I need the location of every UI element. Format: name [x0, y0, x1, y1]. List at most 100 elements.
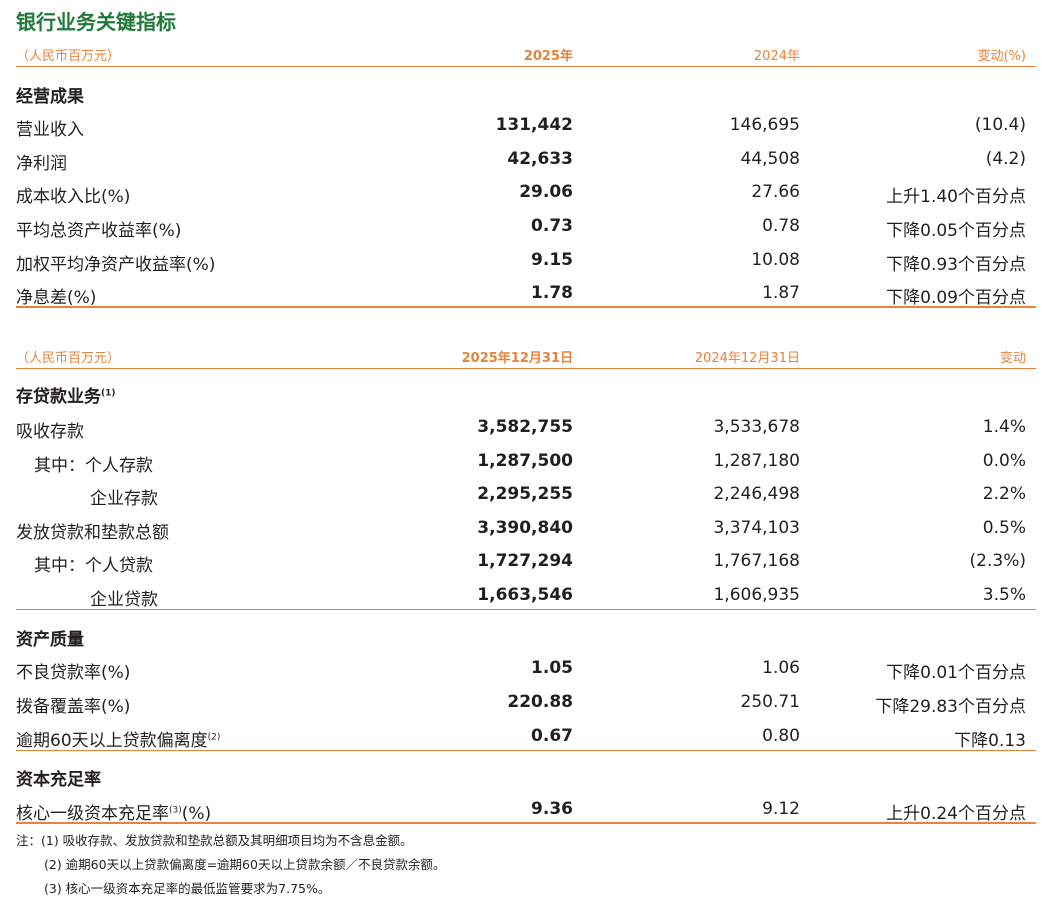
divider	[16, 609, 1036, 610]
value-change: (10.4)	[974, 115, 1026, 135]
row-label: 发放贷款和垫款总额	[16, 523, 169, 543]
table-row: 其中：个人贷款 1,727,294 1,767,168 (2.3%)	[16, 547, 1028, 577]
value-current: 0.73	[531, 216, 573, 236]
table-row: 吸收存款 3,582,755 3,533,678 1.4%	[16, 413, 1028, 443]
value-prior: 1,767,168	[713, 551, 800, 571]
section-title: 存贷款业务(1)	[16, 382, 116, 407]
col-2025-12-31: 2025年12月31日	[461, 351, 573, 366]
divider	[16, 368, 1036, 369]
value-prior: 250.71	[740, 692, 800, 712]
table-row: 营业收入 131,442 146,695 (10.4)	[16, 111, 1028, 141]
table1-header: （人民币百万元） 2025年 2024年 变动(%)	[16, 42, 1028, 64]
row-label: 净利润	[16, 154, 67, 174]
footnote-ref: (2)	[207, 732, 221, 743]
value-current: 29.06	[519, 182, 573, 202]
value-change: 下降0.13	[954, 731, 1026, 751]
value-current: 220.88	[507, 692, 573, 712]
row-label: 净息差(%)	[16, 288, 97, 308]
section-title: 资本充足率	[16, 770, 101, 790]
value-change: 上升1.40个百分点	[886, 187, 1026, 207]
row-label: 其中：个人存款	[34, 456, 153, 476]
table-row: 企业贷款 1,663,546 1,606,935 3.5%	[16, 581, 1028, 611]
row-label: 平均总资产收益率(%)	[16, 221, 182, 241]
table-row: 核心一级资本充足率(3)(%) 9.36 9.12 上升0.24个百分点	[16, 795, 1028, 825]
value-current: 9.15	[531, 250, 573, 270]
value-change: 3.5%	[982, 585, 1026, 605]
value-current: 131,442	[495, 115, 573, 135]
value-prior: 1,287,180	[713, 451, 800, 471]
value-prior: 27.66	[751, 182, 800, 202]
value-prior: 44,508	[740, 149, 800, 169]
value-change: 下降0.05个百分点	[886, 221, 1026, 241]
row-label-text: 逾期60天以上贷款偏离度	[16, 731, 208, 751]
value-prior: 146,695	[729, 115, 800, 135]
value-current: 3,390,840	[477, 518, 573, 538]
row-label: 核心一级资本充足率(3)(%)	[16, 799, 211, 824]
value-change: 下降29.83个百分点	[875, 697, 1026, 717]
row-label: 逾期60天以上贷款偏离度(2)	[16, 726, 220, 751]
section-title: 经营成果	[16, 87, 84, 107]
table-row: 其中：个人存款 1,287,500 1,287,180 0.0%	[16, 447, 1028, 477]
value-change: (2.3%)	[969, 551, 1026, 571]
col-2024: 2024年	[753, 49, 800, 64]
value-current: 1.78	[531, 283, 573, 303]
value-prior: 1,606,935	[713, 585, 800, 605]
row-label: 企业贷款	[90, 590, 158, 610]
value-current: 3,582,755	[477, 417, 573, 437]
value-change: 2.2%	[982, 484, 1026, 504]
row-label: 营业收入	[16, 120, 84, 140]
row-label: 成本收入比(%)	[16, 187, 131, 207]
value-change: 下降0.09个百分点	[886, 288, 1026, 308]
value-prior: 1.06	[762, 658, 800, 678]
divider	[16, 822, 1036, 824]
value-current: 1,727,294	[477, 551, 573, 571]
table-row: 不良贷款率(%) 1.05 1.06 下降0.01个百分点	[16, 654, 1028, 684]
footnote-3: (3) 核心一级资本充足率的最低监管要求为7.75%。	[44, 881, 331, 896]
table-row: 净息差(%) 1.78 1.87 下降0.09个百分点	[16, 279, 1028, 309]
value-prior: 0.80	[762, 726, 800, 746]
col-change: 变动	[999, 351, 1026, 366]
value-current: 9.36	[531, 799, 573, 819]
value-current: 2,295,255	[477, 484, 573, 504]
value-change: 下降0.01个百分点	[886, 663, 1026, 683]
value-current: 1,287,500	[477, 451, 573, 471]
section-title-text: 存贷款业务	[16, 387, 101, 407]
value-change: 1.4%	[982, 417, 1026, 437]
value-prior: 3,374,103	[713, 518, 800, 538]
table2-header: （人民币百万元） 2025年12月31日 2024年12月31日 变动	[16, 344, 1028, 366]
unit-label: （人民币百万元）	[16, 49, 121, 64]
divider	[16, 306, 1036, 308]
value-current: 0.67	[531, 726, 573, 746]
value-current: 1,663,546	[477, 585, 573, 605]
value-prior: 2,246,498	[713, 484, 800, 504]
value-change: (4.2)	[985, 149, 1026, 169]
table-row: 拨备覆盖率(%) 220.88 250.71 下降29.83个百分点	[16, 688, 1028, 718]
table-row: 企业存款 2,295,255 2,246,498 2.2%	[16, 480, 1028, 510]
table-row: 平均总资产收益率(%) 0.73 0.78 下降0.05个百分点	[16, 212, 1028, 242]
table-row: 加权平均净资产收益率(%) 9.15 10.08 下降0.93个百分点	[16, 246, 1028, 276]
value-prior: 10.08	[751, 250, 800, 270]
row-label-suffix: (%)	[181, 804, 212, 824]
value-prior: 9.12	[762, 799, 800, 819]
value-current: 1.05	[531, 658, 573, 678]
table-row: 成本收入比(%) 29.06 27.66 上升1.40个百分点	[16, 178, 1028, 208]
unit-label: （人民币百万元）	[16, 351, 121, 366]
footnote-2: (2) 逾期60天以上贷款偏离度=逾期60天以上贷款余额／不良贷款余额。	[44, 857, 446, 872]
value-prior: 1.87	[762, 283, 800, 303]
value-change: 0.0%	[982, 451, 1026, 471]
value-prior: 0.78	[762, 216, 800, 236]
value-change: 上升0.24个百分点	[886, 804, 1026, 824]
footnote-ref: (3)	[169, 805, 182, 816]
row-label: 企业存款	[90, 489, 158, 509]
page-title: 银行业务关键指标	[16, 10, 176, 34]
section-title: 资产质量	[16, 630, 84, 650]
footnote-ref: (1)	[101, 388, 116, 399]
row-label-text: 核心一级资本充足率	[16, 804, 169, 824]
row-label: 加权平均净资产收益率(%)	[16, 255, 216, 275]
divider	[16, 750, 1036, 751]
table-row: 发放贷款和垫款总额 3,390,840 3,374,103 0.5%	[16, 514, 1028, 544]
col-2025: 2025年	[523, 49, 573, 64]
footnote-1: 注：(1) 吸收存款、发放贷款和垫款总额及其明细项目均为不含息金额。	[16, 833, 413, 848]
value-current: 42,633	[507, 149, 573, 169]
row-label: 其中：个人贷款	[34, 556, 153, 576]
